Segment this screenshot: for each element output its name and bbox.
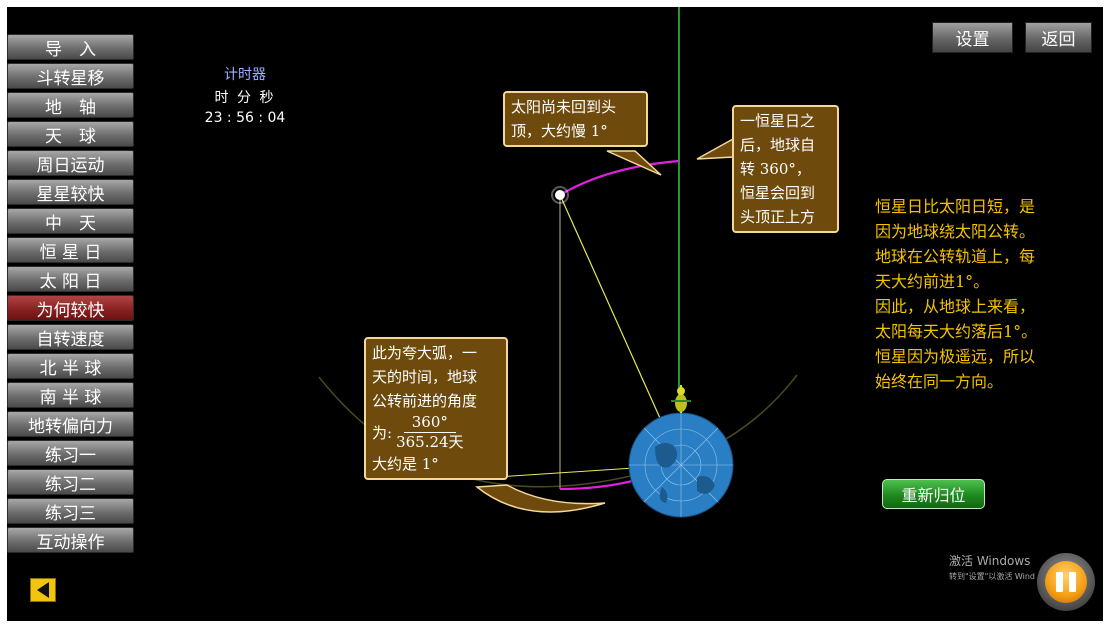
callout-line: 顶，大约慢 1°	[511, 122, 608, 140]
callout-formula: 为: 360° 365.24天	[372, 413, 500, 452]
sidebar-item-4[interactable]: 周日运动	[7, 150, 134, 176]
callout-line: 天的时间，地球	[372, 368, 478, 386]
sidebar-item-3[interactable]: 天 球	[7, 121, 134, 147]
formula-fraction: 360° 365.24天	[396, 413, 464, 452]
sidebar-item-5[interactable]: 星星较快	[7, 179, 134, 205]
callout-line: 此为夸大弧，一	[372, 344, 478, 362]
formula-numerator: 360°	[403, 413, 456, 433]
timer-panel: 计时器 时 分 秒 23 : 56 : 04	[195, 64, 295, 126]
sidebar-item-6[interactable]: 中 天	[7, 208, 134, 234]
stage: 导 入斗转星移地 轴天 球周日运动星星较快中 天恒 星 日太 阳 日为何较快自转…	[7, 7, 1103, 621]
sidebar-item-1[interactable]: 斗转星移	[7, 63, 134, 89]
sidebar-item-11[interactable]: 北 半 球	[7, 353, 134, 379]
callout-line: 大约是 1°	[372, 455, 439, 473]
sidebar-item-16[interactable]: 练习三	[7, 498, 134, 524]
sidebar-item-12[interactable]: 南 半 球	[7, 382, 134, 408]
formula-denominator: 365.24天	[396, 433, 464, 451]
explanation-line: 始终在同一方向。	[875, 372, 1004, 391]
back-arrow-icon[interactable]	[30, 578, 56, 602]
sidebar-item-17[interactable]: 互动操作	[7, 527, 134, 553]
sidebar-menu: 导 入斗转星移地 轴天 球周日运动星星较快中 天恒 星 日太 阳 日为何较快自转…	[7, 34, 134, 556]
sidebar-item-7[interactable]: 恒 星 日	[7, 237, 134, 263]
callout-arc-exaggerated: 此为夸大弧，一 天的时间，地球 公转前进的角度 为: 360° 365.24天 …	[364, 337, 508, 480]
watermark-title: 激活 Windows	[949, 554, 1031, 568]
explanation-text: 恒星日比太阳日短，是 因为地球绕太阳公转。 地球在公转轨道上，每 天大约前进1°…	[875, 194, 1091, 394]
sidebar-item-15[interactable]: 练习二	[7, 469, 134, 495]
observer-figure-icon	[671, 385, 691, 413]
callout-line: 转 360°，	[740, 160, 811, 178]
explanation-line: 因此，从地球上来看，	[875, 297, 1036, 316]
sidebar-item-9[interactable]: 为何较快	[7, 295, 134, 321]
sidebar-item-14[interactable]: 练习一	[7, 440, 134, 466]
earth-globe-icon	[628, 412, 734, 518]
timer-units: 时 分 秒	[214, 90, 276, 106]
callout-line: 恒星会回到	[740, 184, 816, 202]
explanation-line: 地球在公转轨道上，每	[875, 247, 1036, 266]
callout-line: 后，地球自	[740, 136, 816, 154]
watermark-subtitle: 转到"设置"以激活 Wind	[949, 572, 1036, 581]
pause-button[interactable]	[1037, 553, 1095, 611]
callout-line: 公转前进的角度	[372, 392, 478, 410]
explanation-line: 因为地球绕太阳公转。	[875, 222, 1036, 241]
settings-button[interactable]: 设置	[932, 22, 1013, 53]
callout-tail-star	[696, 137, 734, 160]
callout-line: 一恒星日之	[740, 112, 816, 130]
sidebar-item-13[interactable]: 地转偏向力	[7, 411, 134, 437]
formula-prefix: 为:	[372, 423, 393, 442]
sidebar-item-0[interactable]: 导 入	[7, 34, 134, 60]
sidebar-item-8[interactable]: 太 阳 日	[7, 266, 134, 292]
explanation-line: 天大约前进1°。	[875, 272, 990, 291]
timer-value: 23 : 56 : 04	[204, 110, 286, 126]
timer-title: 计时器	[224, 67, 266, 83]
reset-button[interactable]: 重新归位	[882, 479, 985, 509]
explanation-line: 太阳每天大约落后1°。	[875, 322, 1038, 341]
callout-line: 头顶正上方	[740, 208, 816, 226]
upper-magenta-arc	[559, 159, 680, 196]
explanation-line: 恒星日比太阳日短，是	[875, 197, 1036, 216]
explanation-line: 恒星因为极遥远，所以	[875, 347, 1036, 366]
sidebar-item-10[interactable]: 自转速度	[7, 324, 134, 350]
callout-sun-not-overhead: 太阳尚未回到头 顶，大约慢 1°	[503, 91, 648, 147]
sidebar-item-2[interactable]: 地 轴	[7, 92, 134, 118]
activation-watermark: 激活 Windows 转到"设置"以激活 Wind	[949, 552, 1035, 582]
pause-icon	[1045, 561, 1087, 603]
back-button[interactable]: 返回	[1025, 22, 1092, 53]
callout-line: 太阳尚未回到头	[511, 98, 617, 116]
callout-after-sidereal-day: 一恒星日之 后，地球自 转 360°， 恒星会回到 头顶正上方	[732, 105, 839, 233]
